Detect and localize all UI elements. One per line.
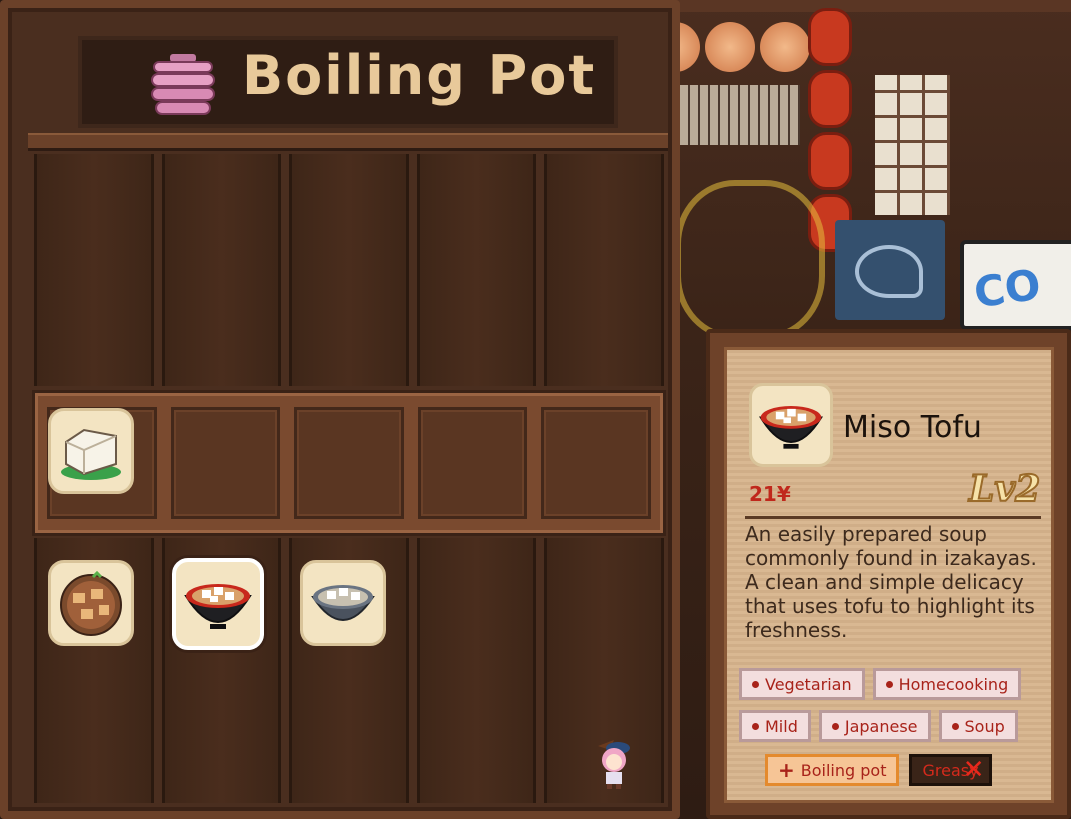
tag-label: Soup <box>964 716 1005 736</box>
tag-greasy-negative: Greasy ✕ <box>909 754 992 786</box>
tofu-icon <box>61 428 121 480</box>
header-shelf <box>28 133 668 151</box>
dish-slot[interactable] <box>416 538 537 803</box>
shelf-slot <box>544 154 664 386</box>
lamp-icon <box>705 22 755 72</box>
panel-title: Boiling Pot <box>242 44 597 107</box>
braised-tofu-dish[interactable] <box>48 560 134 646</box>
dish-description: An easily prepared soup commonly found i… <box>745 522 1037 642</box>
shelf-slot <box>161 154 282 386</box>
tag-homecooking: Homecooking <box>872 668 1022 700</box>
tag-dot-icon <box>951 722 959 730</box>
noren-curtain <box>835 220 945 320</box>
tag-mild: Mild <box>739 710 811 742</box>
tag-soup: Soup <box>938 710 1018 742</box>
shelf-slot <box>34 154 154 386</box>
tag-label: Mild <box>765 716 798 736</box>
modifier-row: + Boiling pot Greasy ✕ <box>765 754 1071 786</box>
tag-label: Boiling pot <box>800 760 887 780</box>
tag-vegetarian: Vegetarian <box>739 668 865 700</box>
tag-japanese: Japanese <box>818 710 931 742</box>
shelf-slot <box>289 154 409 386</box>
shelf-slot <box>416 154 537 386</box>
lamp-icon <box>760 22 810 72</box>
divider <box>745 516 1041 519</box>
tofu-soup-icon <box>311 585 375 621</box>
glow-outline <box>675 180 825 340</box>
shop-sign-text: CO <box>970 259 1044 318</box>
shop-sign: CO <box>960 240 1071 330</box>
tag-label: Homecooking <box>898 674 1009 694</box>
braised-tofu-icon <box>60 570 122 636</box>
shoji-screen <box>875 75 950 215</box>
tag-dot-icon <box>752 680 759 688</box>
tag-row: Mild Japanese Soup <box>739 710 1049 742</box>
tag-dot-icon <box>831 722 839 730</box>
cross-icon: ✕ <box>962 755 985 785</box>
miso-soup-icon <box>758 406 824 449</box>
lantern-icon <box>808 70 852 128</box>
ingredient-slot[interactable] <box>170 407 281 519</box>
miso-soup-icon <box>184 584 252 629</box>
dish-portrait <box>749 383 833 467</box>
lantern-icon <box>808 8 852 66</box>
dish-price: 21¥ <box>749 482 791 506</box>
recipe-card-body: Miso Tofu 21¥ Lv2 An easily prepared sou… <box>724 347 1054 803</box>
top-shelf <box>34 154 664 386</box>
tofu-item[interactable] <box>48 408 134 494</box>
ingredient-slot[interactable] <box>417 407 528 519</box>
dish-level: Lv2 <box>968 467 1041 511</box>
menu-board <box>680 85 800 145</box>
tag-row: Vegetarian Homecooking <box>739 668 1049 700</box>
recipe-detail-card: Miso Tofu 21¥ Lv2 An easily prepared sou… <box>706 329 1071 819</box>
tofu-soup-dish[interactable] <box>300 560 386 646</box>
character-sprite-icon <box>598 740 630 789</box>
dish-name: Miso Tofu <box>843 410 982 445</box>
tag-boiling-pot-bonus: + Boiling pot <box>765 754 900 786</box>
ingredient-slot[interactable] <box>541 407 651 519</box>
ingredient-slot[interactable] <box>294 407 404 519</box>
miso-tofu-dish[interactable] <box>172 558 264 650</box>
tag-dot-icon <box>752 722 759 730</box>
panel-header: Boiling Pot <box>78 36 618 128</box>
plus-icon: + <box>778 758 795 782</box>
pot-icon <box>151 54 215 115</box>
lantern-icon <box>808 132 852 190</box>
tag-dot-icon <box>885 680 893 688</box>
tag-label: Japanese <box>844 716 918 736</box>
tag-label: Vegetarian <box>765 674 852 694</box>
